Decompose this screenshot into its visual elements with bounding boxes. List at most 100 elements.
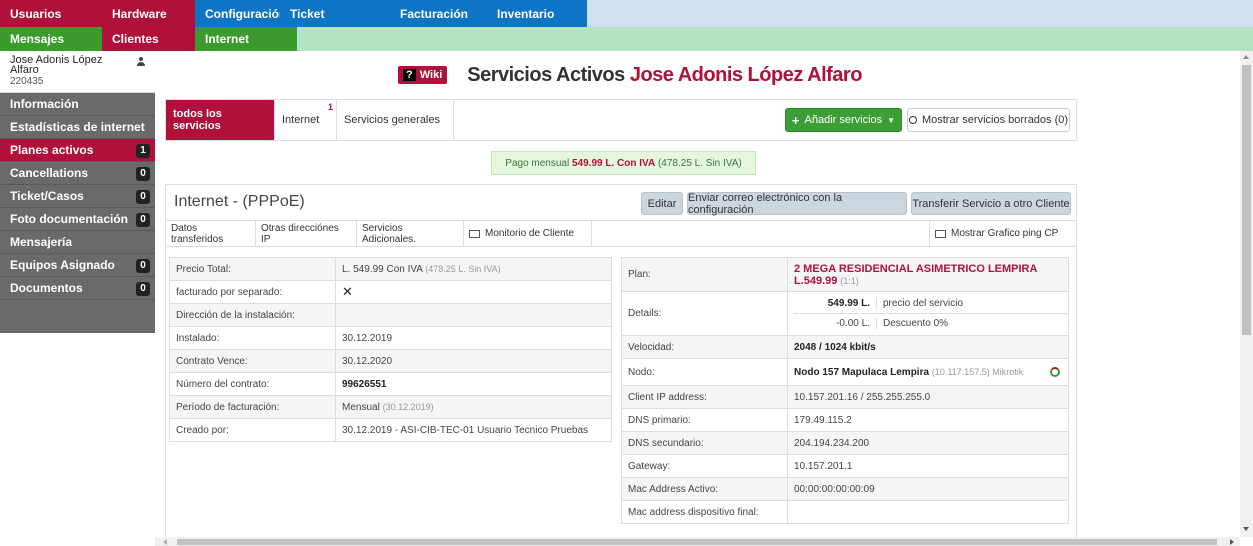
- edit-button[interactable]: Editar: [641, 192, 683, 215]
- nav-configuracion[interactable]: Configuración: [195, 0, 286, 27]
- detail-amount: 549.99 L.: [794, 297, 877, 309]
- sidebar-item-tickets[interactable]: Ticket/Casos 0: [0, 185, 155, 208]
- user-icon[interactable]: [137, 57, 145, 66]
- sidebar-item-documentos[interactable]: Documentos 0: [0, 277, 155, 300]
- sidebar-item-label: Información: [10, 97, 79, 111]
- scroll-up-arrow[interactable]: [1243, 55, 1249, 59]
- table-row: Mac Address Activo: 00:00:00:00:00:09: [621, 477, 1069, 501]
- user-box: Jose Adonis López Alfaro 220435: [0, 51, 155, 93]
- subtab-other-ips[interactable]: Otras direcciónes IP: [256, 221, 357, 246]
- sidebar-item-foto-documentacion[interactable]: Foto documentación 0: [0, 208, 155, 231]
- inst-value: 30.12.2019: [335, 326, 612, 350]
- wiki-label: Wiki: [419, 69, 443, 81]
- page-title-prefix: Servicios Activos: [467, 63, 625, 86]
- vel-value: 2048 / 1024 kbit/s: [787, 335, 1069, 359]
- add-services-button[interactable]: + Añadir servicios ▼: [785, 108, 902, 132]
- nav-usuarios[interactable]: Usuarios: [0, 0, 102, 27]
- pago-sin-iva: (478.25 L. Sin IVA): [657, 157, 742, 169]
- service-tabs-panel: todos los servicios Internet 1 Servicios …: [165, 99, 1077, 141]
- service-details-table: Precio Total: L. 549.99 Con IVA (478.25 L…: [169, 257, 612, 442]
- nodo-value: Nodo 157 Mapulaca Lempira (10.117.157.5)…: [787, 358, 1069, 386]
- sidebar-item-mensajeria[interactable]: Mensajería: [0, 231, 155, 254]
- dir-label: Dirección de la instalación:: [169, 303, 336, 327]
- subtab-data-transfer[interactable]: Datos transferidos: [166, 221, 256, 246]
- sidebar-item-planes-activos[interactable]: Planes activos 1: [0, 139, 155, 162]
- sidebar-item-equipos[interactable]: Equipos Asignado 0: [0, 254, 155, 277]
- nav-hardware[interactable]: Hardware: [102, 0, 195, 27]
- transfer-service-button[interactable]: Transferir Servicio a otro Cliente: [911, 192, 1071, 215]
- vertical-scroll-thumb[interactable]: [1242, 65, 1251, 335]
- details-value: 549.99 L. precio del servicio -0.00 L. Des…: [787, 291, 1069, 336]
- tab-all-services[interactable]: todos los servicios: [166, 100, 275, 140]
- nav-inventario[interactable]: Inventario: [487, 0, 587, 27]
- dns1-label: DNS primario:: [621, 408, 788, 432]
- table-row: Client IP address: 10.157.201.16 / 255.25…: [621, 385, 1069, 409]
- count-badge: 0: [136, 282, 150, 296]
- show-deleted-label: Mostrar servicios borrados (0): [921, 114, 1069, 126]
- table-row: Precio Total: L. 549.99 Con IVA (478.25 L…: [169, 257, 612, 281]
- horizontal-scroll-thumb[interactable]: [177, 539, 1217, 545]
- table-row: Instalado: 30.12.2019: [169, 326, 612, 350]
- sidebar-fill: [0, 300, 155, 333]
- num-value: 99626551: [335, 372, 612, 396]
- table-row: Dirección de la instalación:: [169, 303, 612, 327]
- periodo-date: (30.12.2019): [382, 401, 434, 412]
- subtab-client-monitor-label: Monitorio de Cliente: [485, 228, 574, 239]
- ping-graph-button[interactable]: Mostrar Grafico ping CP: [929, 221, 1077, 246]
- plan-price: L.549.99: [794, 274, 838, 287]
- ping-graph-label: Mostrar Grafico ping CP: [951, 228, 1059, 239]
- vertical-scrollbar[interactable]: [1240, 51, 1253, 537]
- table-row: Período de facturación: Mensual (30.12.20…: [169, 395, 612, 419]
- macf-label: Mac address dispositivo final:: [621, 500, 788, 524]
- wiki-button[interactable]: ? Wiki: [398, 66, 448, 84]
- sidebar-item-estadisticas[interactable]: Estadísticas de internet: [0, 116, 155, 139]
- horizontal-scrollbar[interactable]: [155, 537, 1240, 546]
- creado-label: Creado por:: [169, 418, 336, 442]
- show-deleted-services-button[interactable]: Mostrar servicios borrados (0): [907, 108, 1070, 132]
- top-nav-primary: Usuarios Hardware Configuración Ticket F…: [0, 0, 1253, 27]
- sidebar-item-informacion[interactable]: Información: [0, 93, 155, 116]
- sidebar-item-cancellations[interactable]: Cancellations 0: [0, 162, 155, 185]
- help-icon: ?: [403, 69, 416, 81]
- user-name: Jose Adonis López Alfaro: [10, 54, 103, 76]
- nav-mensajes[interactable]: Mensajes: [0, 27, 102, 51]
- count-badge: 0: [136, 190, 150, 204]
- title-row: ? Wiki Servicios Activos Jose Adonis Lópe…: [398, 59, 862, 91]
- add-services-label: Añadir servicios: [804, 114, 883, 126]
- nav-clientes[interactable]: Clientes: [102, 27, 195, 51]
- table-row: DNS primario: 179.49.115.2: [621, 408, 1069, 432]
- nav-internet[interactable]: Internet: [195, 27, 297, 51]
- chart-icon: [935, 229, 946, 238]
- detail-desc: precio del servicio: [883, 297, 964, 309]
- table-row: Velocidad: 2048 / 1024 kbit/s: [621, 335, 1069, 359]
- plan-name[interactable]: 2 MEGA RESIDENCIAL ASIMETRICO LEMPIRA: [794, 263, 1062, 275]
- nodo-name[interactable]: Nodo 157 Mapulaca Lempira: [794, 367, 929, 378]
- precio-label: Precio Total:: [169, 257, 336, 281]
- subtab-additional-services[interactable]: Servicios Adicionales.: [357, 221, 464, 246]
- tab-general-services[interactable]: Servicios generales: [337, 100, 454, 140]
- scroll-down-arrow[interactable]: [1243, 527, 1249, 531]
- plan-label: Plan:: [621, 257, 788, 292]
- table-row: DNS secundario: 204.194.234.200: [621, 431, 1069, 455]
- service-title: Internet - (PPPoE): [174, 193, 305, 210]
- table-row: Creado por: 30.12.2019 - ASI-CIB-TEC-01 U…: [169, 418, 612, 442]
- table-row: Número del contrato: 99626551: [169, 372, 612, 396]
- send-config-email-button[interactable]: Enviar correo electrónico con la configu…: [687, 192, 907, 216]
- scroll-left-arrow[interactable]: [163, 539, 167, 545]
- count-badge: 0: [136, 167, 150, 181]
- sidebar-item-label: Planes activos: [10, 143, 94, 157]
- status-icon: [1050, 367, 1060, 377]
- sidebar-item-label: Equipos Asignado: [10, 258, 115, 272]
- count-badge: 1: [136, 144, 150, 158]
- subtab-client-monitor[interactable]: Monitorio de Cliente: [464, 221, 592, 246]
- scroll-right-arrow[interactable]: [1230, 539, 1234, 545]
- plan-ratio: (1:1): [840, 275, 859, 286]
- fact-label: facturado por separado:: [169, 280, 336, 304]
- nav-ticket[interactable]: Ticket: [280, 0, 390, 27]
- detail-amount: -0.00 L.: [794, 318, 877, 329]
- tab-internet[interactable]: Internet 1: [275, 100, 337, 140]
- gw-value: 10.157.201.1: [787, 454, 1069, 478]
- sidebar-item-label: Documentos: [10, 281, 83, 295]
- table-row: Details: 549.99 L. precio del servicio -0…: [621, 291, 1069, 336]
- nav-facturacion[interactable]: Facturación: [390, 0, 487, 27]
